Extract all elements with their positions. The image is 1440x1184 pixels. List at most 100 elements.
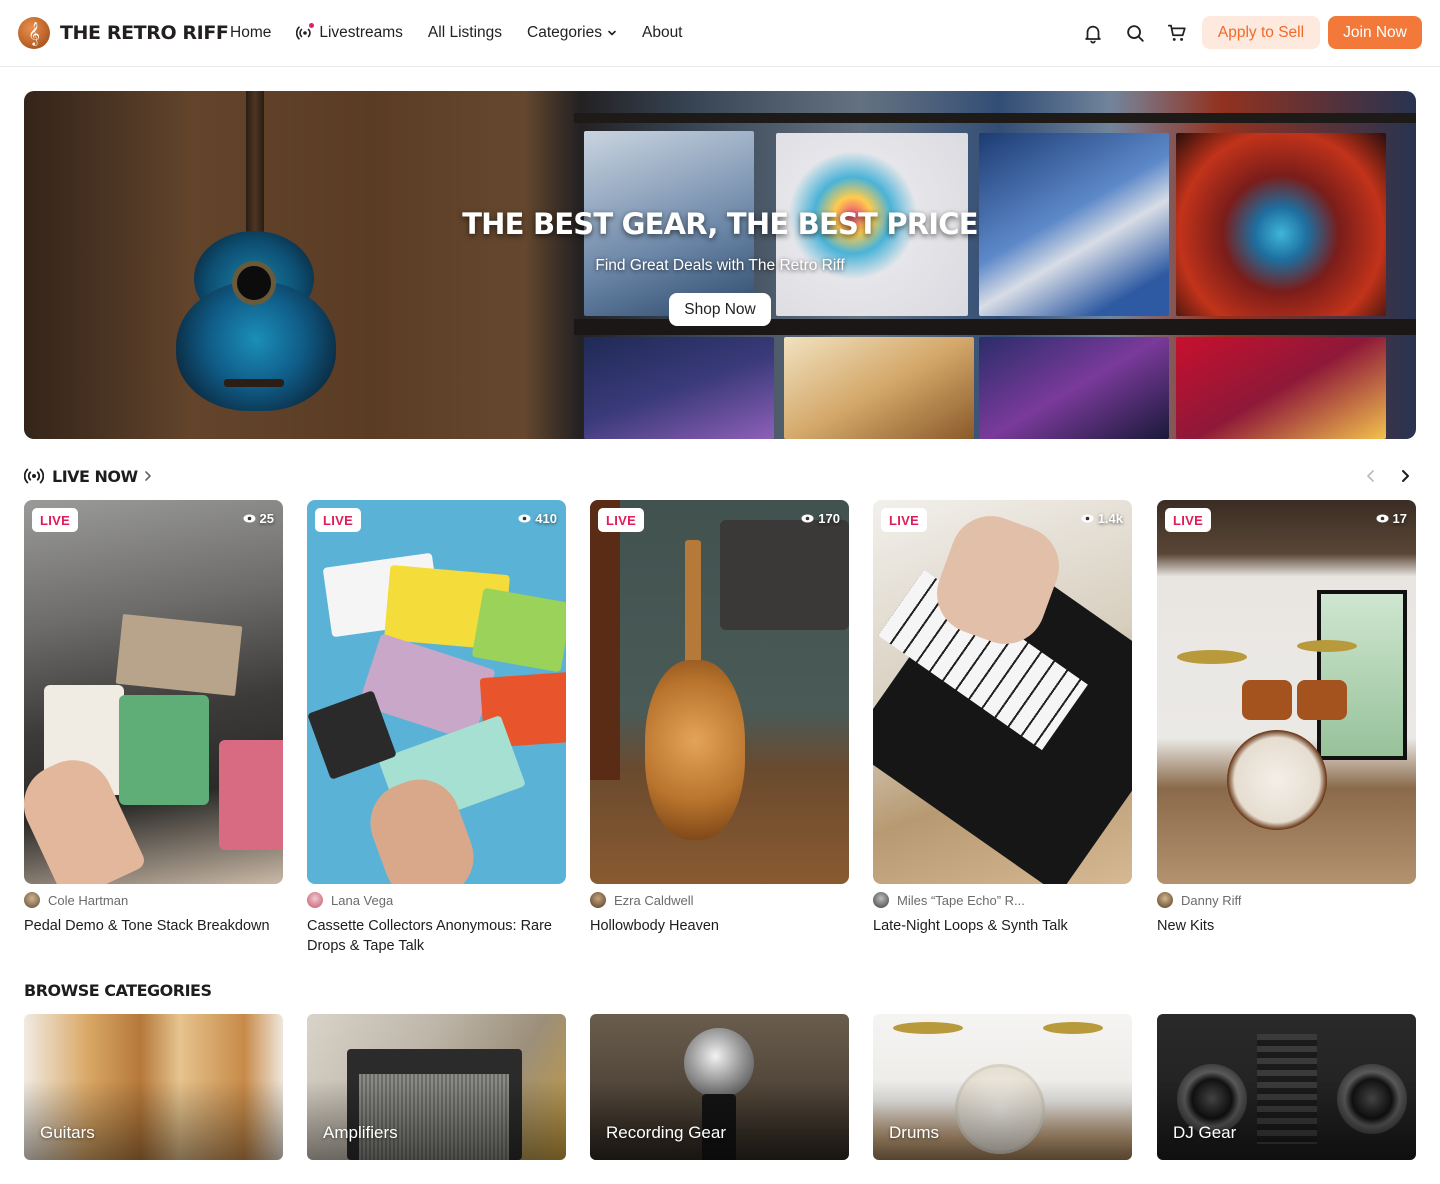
guitar-decor — [224, 379, 284, 387]
stream-title[interactable]: Late-Night Loops & Synth Talk — [873, 916, 1132, 936]
streamer-row[interactable]: Danny Riff — [1157, 892, 1416, 908]
stream-thumbnail[interactable]: LIVE 410 — [307, 500, 566, 884]
live-now-title: LIVE NOW — [52, 466, 138, 486]
live-now-header[interactable]: LIVE NOW — [24, 464, 152, 488]
cymbal-decor — [1297, 640, 1357, 652]
nav-home[interactable]: Home — [230, 22, 271, 44]
category-tile-drums[interactable]: Drums — [873, 1014, 1132, 1160]
nav-home-label: Home — [230, 24, 272, 41]
stream-title[interactable]: New Kits — [1157, 916, 1416, 936]
nav-livestreams-label: Livestreams — [319, 24, 403, 41]
stream-thumbnail[interactable]: LIVE 17 — [1157, 500, 1416, 884]
avatar — [24, 892, 40, 908]
carousel-next-button[interactable] — [1396, 466, 1414, 486]
nav-categories-label: Categories — [527, 24, 602, 41]
nav-all-listings[interactable]: All Listings — [428, 22, 502, 44]
viewer-count: 170 — [801, 511, 840, 526]
streamer-name: Danny Riff — [1181, 892, 1242, 908]
live-badge: LIVE — [32, 508, 79, 532]
hero-shelf-decor — [574, 113, 1416, 123]
eye-icon — [801, 514, 814, 523]
join-now-button[interactable]: Join Now — [1328, 16, 1422, 49]
chevron-left-icon — [1367, 470, 1374, 482]
chevron-right-icon — [1402, 470, 1409, 482]
apply-to-sell-button[interactable]: Apply to Sell — [1202, 16, 1320, 49]
guitar-body-decor — [645, 660, 745, 840]
avatar — [873, 892, 889, 908]
streamer-row[interactable]: Ezra Caldwell — [590, 892, 849, 908]
broadcast-icon — [296, 23, 315, 40]
drum-decor — [1242, 680, 1292, 720]
nav-all-listings-label: All Listings — [427, 24, 503, 41]
streamer-name: Lana Vega — [331, 892, 394, 908]
nav-about[interactable]: About — [642, 22, 683, 44]
viewer-count-value: 17 — [1392, 511, 1407, 526]
eye-icon — [1376, 514, 1389, 523]
streamer-row[interactable]: Miles “Tape Echo” R... — [873, 892, 1132, 908]
drum-decor — [1227, 730, 1327, 830]
pedal-decor — [119, 695, 209, 805]
viewer-count-value: 25 — [259, 511, 274, 526]
streamer-row[interactable]: Lana Vega — [307, 892, 566, 908]
broadcast-icon — [24, 468, 44, 484]
avatar — [1157, 892, 1173, 908]
header-icon-group — [1081, 21, 1207, 45]
viewer-count-value: 1.4k — [1097, 511, 1123, 526]
streamer-row[interactable]: Cole Hartman — [24, 892, 283, 908]
category-tile-recording-gear[interactable]: Recording Gear — [590, 1014, 849, 1160]
viewer-count: 1.4k — [1081, 511, 1123, 526]
stream-card[interactable]: LIVE 25 Cole Hartman Pedal Demo & Tone S… — [24, 500, 283, 936]
hero-record-decor — [979, 337, 1169, 439]
nav-about-label: About — [641, 24, 683, 41]
stream-title[interactable]: Pedal Demo & Tone Stack Breakdown — [24, 916, 283, 936]
hero-record-decor — [1176, 337, 1386, 439]
stream-thumbnail[interactable]: LIVE 25 — [24, 500, 283, 884]
brand-name: THE RETRO RIFF — [60, 22, 229, 44]
viewer-count: 17 — [1376, 511, 1407, 526]
chevron-right-icon — [144, 471, 151, 481]
avatar — [590, 892, 606, 908]
live-badge: LIVE — [315, 508, 362, 532]
window-decor — [1317, 590, 1407, 760]
shop-now-button[interactable]: Shop Now — [669, 293, 771, 326]
stream-card[interactable]: LIVE 17 Danny Riff New Kits — [1157, 500, 1416, 936]
hero-banner: THE BEST GEAR, THE BEST PRICE Find Great… — [24, 91, 1416, 439]
stream-thumbnail[interactable]: LIVE 1.4k — [873, 500, 1132, 884]
stream-card[interactable]: LIVE 170 Ezra Caldwell Hollowbody Heaven — [590, 500, 849, 936]
main-nav: Home Livestreams All Listings Categories… — [230, 22, 708, 44]
drum-decor — [1297, 680, 1347, 720]
browse-categories-header: BROWSE CATEGORIES — [24, 978, 212, 1002]
stream-thumbnail[interactable]: LIVE 170 — [590, 500, 849, 884]
guitar-neck-decor — [685, 540, 701, 680]
tv-decor — [720, 520, 849, 630]
pedal-sign-decor — [115, 613, 243, 697]
bell-icon[interactable] — [1081, 21, 1105, 45]
stream-title[interactable]: Cassette Collectors Anonymous: Rare Drop… — [307, 916, 566, 956]
viewer-count-value: 410 — [535, 511, 557, 526]
viewer-count: 410 — [518, 511, 557, 526]
stream-card[interactable]: LIVE 1.4k Miles “Tape Echo” R... Late-Ni… — [873, 500, 1132, 936]
cassette-decor — [471, 587, 566, 673]
browse-categories-title: BROWSE CATEGORIES — [24, 980, 212, 1000]
hero-subtitle: Find Great Deals with The Retro Riff — [595, 257, 845, 274]
search-icon[interactable] — [1123, 21, 1147, 45]
cymbal-decor — [1177, 650, 1247, 664]
stream-card[interactable]: LIVE 410 Lana Vega Cassette Collectors A… — [307, 500, 566, 956]
brand-logo-link[interactable]: 𝄞 THE RETRO RIFF — [18, 16, 229, 50]
treble-clef-icon: 𝄞 — [18, 17, 50, 49]
category-tile-guitars[interactable]: Guitars — [24, 1014, 283, 1160]
nav-categories-dropdown[interactable]: Categories — [527, 22, 617, 44]
streamer-name: Miles “Tape Echo” R... — [897, 892, 1025, 908]
category-label: Recording Gear — [606, 1123, 727, 1142]
category-tile-dj-gear[interactable]: DJ Gear — [1157, 1014, 1416, 1160]
hero-record-decor — [584, 337, 774, 439]
streamer-name: Ezra Caldwell — [614, 892, 694, 908]
cart-icon[interactable] — [1165, 21, 1189, 45]
hero-record-decor — [784, 337, 974, 439]
category-label: DJ Gear — [1173, 1123, 1237, 1142]
carousel-prev-button[interactable] — [1362, 466, 1380, 486]
nav-livestreams[interactable]: Livestreams — [296, 22, 403, 44]
stream-title[interactable]: Hollowbody Heaven — [590, 916, 849, 936]
viewer-count-value: 170 — [818, 511, 840, 526]
category-tile-amplifiers[interactable]: Amplifiers — [307, 1014, 566, 1160]
